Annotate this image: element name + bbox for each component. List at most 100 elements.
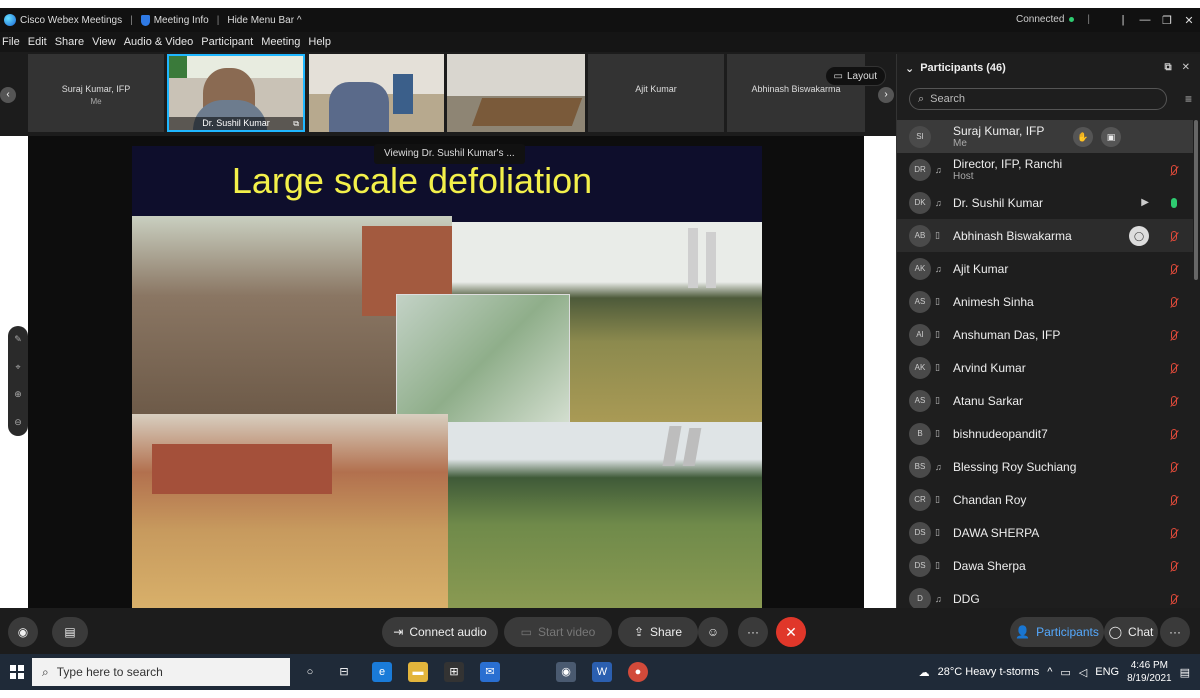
minimize-icon[interactable]: — bbox=[1134, 14, 1156, 26]
menu-audio-video[interactable]: Audio & Video bbox=[124, 36, 194, 48]
photo-leaf-closeup bbox=[396, 294, 570, 430]
participant-row[interactable]: AK ▯ Arvind Kumar bbox=[897, 351, 1193, 384]
participant-search-input[interactable]: ⌕ Search bbox=[909, 88, 1167, 110]
chevron-up-icon[interactable]: ^ bbox=[1047, 666, 1052, 678]
close-panel-icon[interactable]: ✕ bbox=[1182, 62, 1190, 73]
windows-start-icon[interactable] bbox=[10, 665, 24, 679]
video-tile-ajit[interactable]: Ajit Kumar bbox=[588, 54, 724, 132]
avatar: DK bbox=[909, 191, 931, 214]
search-icon: ⌕ bbox=[918, 92, 925, 105]
video-tile-office[interactable] bbox=[309, 54, 444, 132]
annotate-icon[interactable]: ✎ bbox=[14, 334, 22, 345]
participant-row[interactable]: DR ♫ Director, IFP, Ranchi Host bbox=[897, 153, 1193, 186]
participant-row[interactable]: B ▯ bishnudeopandit7 bbox=[897, 417, 1193, 450]
raise-hand-icon[interactable]: ✋ bbox=[1073, 126, 1093, 147]
notifications-icon[interactable]: ▤ bbox=[1180, 666, 1190, 679]
more-options-icon[interactable]: ▣ bbox=[1101, 126, 1121, 147]
video-tile-active-speaker[interactable]: Dr. Sushil Kumar ⧉ bbox=[167, 54, 305, 132]
photo-grazing-field bbox=[448, 422, 762, 608]
phone-icon: ▯ bbox=[935, 494, 940, 504]
participant-row[interactable]: AS ▯ Atanu Sarkar bbox=[897, 384, 1193, 417]
participant-row[interactable]: AK ♫ Ajit Kumar bbox=[897, 252, 1193, 285]
layout-icon: ▭ bbox=[833, 70, 843, 82]
restore-icon[interactable]: ❐ bbox=[1156, 14, 1178, 27]
cortana-icon[interactable]: ○ bbox=[300, 662, 320, 682]
clock[interactable]: 4:46 PM 8/19/2021 bbox=[1127, 659, 1172, 685]
participants-button[interactable]: 👤 Participants bbox=[1010, 617, 1104, 647]
meeting-info-button[interactable]: Meeting Info bbox=[140, 14, 209, 26]
volume-icon[interactable]: ◁ bbox=[1079, 666, 1087, 679]
participant-row[interactable]: DS ▯ Dawa Sherpa bbox=[897, 549, 1193, 582]
taskbar-search-input[interactable]: ⌕ Type here to search bbox=[32, 658, 290, 686]
sort-icon[interactable]: ≡ bbox=[1185, 92, 1192, 106]
layout-button[interactable]: ▭ Layout bbox=[824, 66, 886, 86]
participant-row[interactable]: AS ▯ Animesh Sinha bbox=[897, 285, 1193, 318]
participant-row[interactable]: AB ▯ Abhinash Biswakarma ◯ bbox=[897, 219, 1193, 252]
hide-menu-bar-button[interactable]: Hide Menu Bar ^ bbox=[227, 15, 301, 26]
menu-file[interactable]: File bbox=[2, 36, 20, 48]
store-icon[interactable]: ⊞ bbox=[444, 662, 464, 682]
chevron-down-icon[interactable]: ⌄ bbox=[905, 62, 914, 75]
webex-taskbar-icon[interactable]: ◉ bbox=[556, 662, 576, 682]
webex-window: Cisco Webex Meetings | Meeting Info | Hi… bbox=[0, 8, 1200, 690]
video-strip: ‹ Suraj Kumar, IFP Me Dr. Sushil Kumar ⧉… bbox=[0, 54, 896, 136]
video-tile-self[interactable]: Suraj Kumar, IFP Me bbox=[28, 54, 164, 132]
menu-bar: File Edit Share View Audio & Video Parti… bbox=[0, 32, 1200, 52]
mail-icon[interactable]: ✉ bbox=[480, 662, 500, 682]
participant-row[interactable]: SI Suraj Kumar, IFP Me ✋ ▣ bbox=[897, 120, 1193, 153]
participant-row[interactable]: DK ♫ Dr. Sushil Kumar ▶ bbox=[897, 186, 1193, 219]
menu-view[interactable]: View bbox=[92, 36, 116, 48]
conference-table bbox=[471, 98, 583, 126]
more-panels-icon[interactable]: ··· bbox=[1160, 617, 1190, 647]
pointer-icon[interactable]: ⌖ bbox=[15, 362, 20, 373]
zoom-in-icon[interactable]: ⊕ bbox=[14, 389, 22, 400]
menu-participant[interactable]: Participant bbox=[201, 36, 253, 48]
video-tile-conference-room[interactable] bbox=[447, 54, 585, 132]
mic-muted-icon bbox=[1171, 230, 1177, 241]
chrome-icon[interactable]: ● bbox=[628, 662, 648, 682]
zoom-out-icon[interactable]: ⊖ bbox=[14, 417, 22, 428]
menu-edit[interactable]: Edit bbox=[28, 36, 47, 48]
menu-help[interactable]: Help bbox=[308, 36, 331, 48]
mic-active-icon bbox=[1171, 197, 1177, 208]
search-icon: ⌕ bbox=[42, 664, 49, 679]
seated-person bbox=[329, 82, 389, 132]
shield-icon bbox=[140, 14, 150, 26]
connect-audio-button[interactable]: ⇥ Connect audio bbox=[382, 617, 498, 647]
file-explorer-icon[interactable]: ▬ bbox=[408, 662, 428, 682]
participant-row[interactable]: AI ▯ Anshuman Das, IFP bbox=[897, 318, 1193, 351]
network-icon[interactable]: ▭ bbox=[1060, 666, 1070, 679]
chat-button[interactable]: ◯ Chat bbox=[1104, 617, 1158, 647]
more-options-icon[interactable]: ··· bbox=[738, 617, 768, 647]
menu-share[interactable]: Share bbox=[55, 36, 84, 48]
phone-icon: ▯ bbox=[935, 395, 940, 405]
avatar: AI bbox=[909, 323, 931, 346]
chevron-left-icon[interactable]: ‹ bbox=[0, 87, 16, 103]
participant-row[interactable]: BS ♫ Blessing Roy Suchiang bbox=[897, 450, 1193, 483]
menu-meeting[interactable]: Meeting bbox=[261, 36, 300, 48]
reactions-icon[interactable]: ☺ bbox=[698, 617, 728, 647]
close-icon[interactable]: ✕ bbox=[1178, 14, 1200, 27]
leave-meeting-icon[interactable]: ✕ bbox=[776, 617, 806, 647]
participant-row[interactable]: CR ▯ Chandan Roy bbox=[897, 483, 1193, 516]
phone-icon: ▯ bbox=[935, 296, 940, 306]
phone-icon: ▯ bbox=[935, 230, 940, 240]
pop-out-icon[interactable]: ⧉ bbox=[1164, 62, 1171, 73]
start-video-button[interactable]: ▭ Start video bbox=[504, 617, 612, 647]
edge-icon[interactable]: e bbox=[372, 662, 392, 682]
chevron-right-icon[interactable]: › bbox=[878, 87, 894, 103]
room-wall bbox=[447, 54, 585, 96]
participants-scrollbar[interactable] bbox=[1194, 120, 1198, 280]
word-icon[interactable]: W bbox=[592, 662, 612, 682]
captions-icon[interactable]: ▤ bbox=[52, 617, 88, 647]
zoom-controls: ✎ ⌖ ⊕ ⊖ bbox=[8, 326, 28, 436]
mic-muted-icon bbox=[1171, 362, 1177, 373]
chat-bubble-icon[interactable]: ◯ bbox=[1129, 225, 1149, 246]
title-bar: Cisco Webex Meetings | Meeting Info | Hi… bbox=[0, 8, 1200, 32]
mic-muted-icon bbox=[1171, 329, 1177, 340]
task-view-icon[interactable]: ⊟ bbox=[334, 662, 354, 682]
separator-icon: | bbox=[1121, 14, 1125, 26]
webex-assistant-icon[interactable]: ◉ bbox=[8, 617, 38, 647]
share-button[interactable]: ⇪ Share bbox=[618, 617, 698, 647]
participant-row[interactable]: DS ▯ DAWA SHERPA bbox=[897, 516, 1193, 549]
